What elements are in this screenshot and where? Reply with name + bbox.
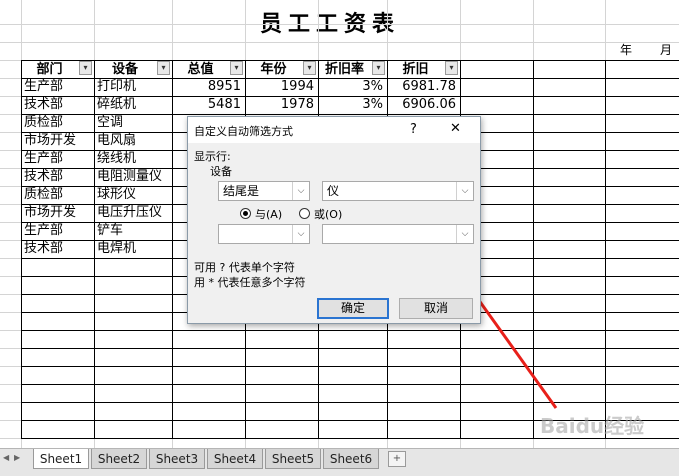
or-radio-label[interactable]: 或(O) — [314, 206, 342, 222]
ok-button[interactable]: 确定 — [317, 298, 389, 319]
sheet-tab[interactable]: Sheet6 — [323, 449, 379, 469]
wildcard-hint-multi: 用 * 代表任意多个字符 — [194, 276, 306, 289]
close-button[interactable]: ✕ — [450, 121, 461, 136]
field-name-label: 设备 — [210, 165, 232, 178]
sheet-tab[interactable]: Sheet3 — [149, 449, 205, 469]
and-radio[interactable] — [240, 208, 251, 219]
watermark: Baidu经验 — [540, 414, 645, 438]
radio-dot — [243, 211, 248, 216]
new-sheet-icon[interactable]: + — [388, 451, 406, 467]
dialog-title: 自定义自动筛选方式 — [194, 125, 293, 138]
condition1-operator-select[interactable]: 结尾是 ⌵ — [218, 181, 310, 201]
dialog-titlebar: 自定义自动筛选方式 ? ✕ — [188, 117, 480, 143]
tab-scroll-right-icon[interactable]: ▶ — [14, 453, 22, 462]
help-button[interactable]: ? — [410, 122, 417, 137]
cancel-button[interactable]: 取消 — [399, 298, 473, 319]
condition1-value-input[interactable]: 仪 ⌵ — [322, 181, 474, 201]
wildcard-hint-single: 可用 ? 代表单个字符 — [194, 261, 295, 274]
tab-scroll-left-icon[interactable]: ◀ — [3, 453, 11, 462]
sheet-tab-bar: ◀ ▶ Sheet1 Sheet2 Sheet3 Sheet4 Sheet5 Sheet6… — [0, 448, 679, 476]
chevron-down-icon: ⌵ — [292, 225, 309, 243]
sheet-tab[interactable]: Sheet1 — [33, 449, 89, 469]
condition2-operator-select[interactable]: ⌵ — [218, 224, 310, 244]
chevron-down-icon: ⌵ — [292, 182, 309, 200]
sheet-tab[interactable]: Sheet2 — [91, 449, 147, 469]
or-radio[interactable] — [299, 208, 310, 219]
custom-autofilter-dialog: 自定义自动筛选方式 ? ✕ 显示行: 设备 结尾是 ⌵ 仪 ⌵ 与(A) 或(O… — [187, 116, 481, 324]
chevron-down-icon: ⌵ — [456, 225, 473, 243]
sheet-tab[interactable]: Sheet4 — [207, 449, 263, 469]
show-rows-label: 显示行: — [194, 150, 231, 163]
condition2-value-input[interactable]: ⌵ — [322, 224, 474, 244]
and-radio-label[interactable]: 与(A) — [255, 206, 282, 222]
sheet-tab[interactable]: Sheet5 — [265, 449, 321, 469]
chevron-down-icon: ⌵ — [456, 182, 473, 200]
